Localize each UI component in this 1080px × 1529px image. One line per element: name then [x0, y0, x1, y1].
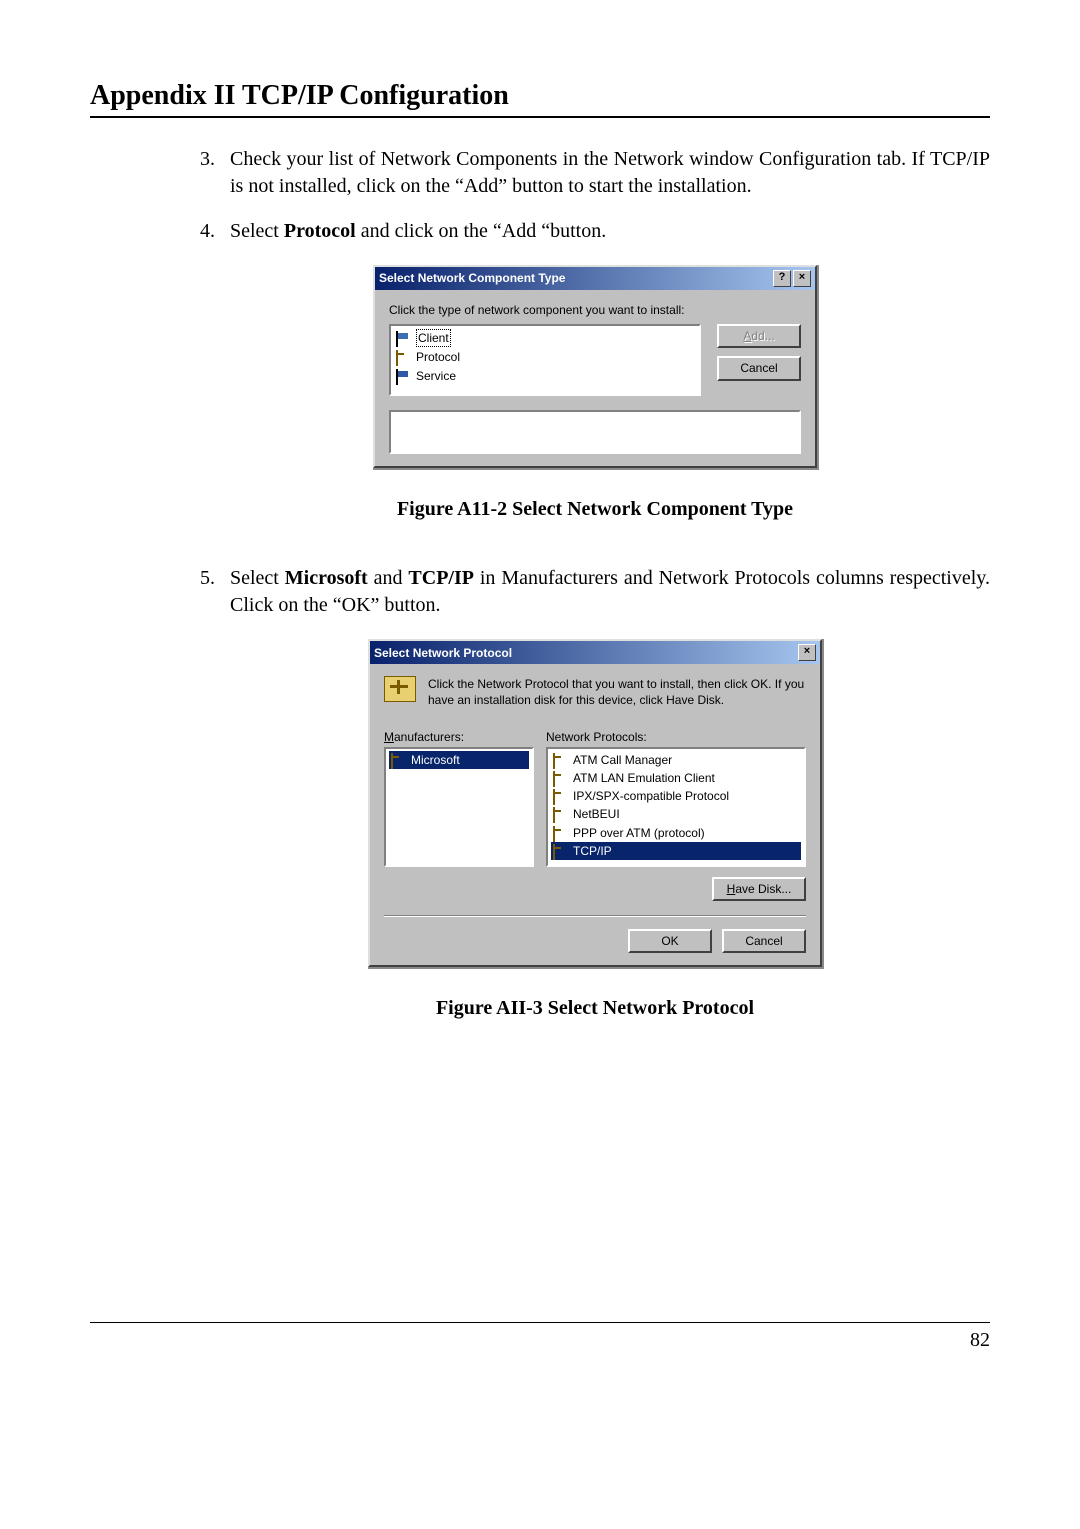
close-icon[interactable]: ×	[798, 644, 816, 661]
page-footer: 82	[90, 1322, 990, 1352]
list-item-label: ATM LAN Emulation Client	[573, 770, 715, 786]
page-header: Appendix II TCP/IP Configuration	[90, 80, 990, 118]
step-text: Check your list of Network Components in…	[230, 146, 990, 200]
step-text: Select Microsoft and TCP/IP in Manufactu…	[230, 565, 990, 619]
step-text-bold: Protocol	[284, 220, 356, 242]
list-item[interactable]: ATM LAN Emulation Client	[551, 769, 801, 787]
step-text-part: Select	[230, 220, 284, 242]
list-item-label: ATM Call Manager	[573, 752, 672, 768]
cancel-button[interactable]: Cancel	[722, 929, 806, 953]
protocols-list[interactable]: ATM Call Manager ATM LAN Emulation Clien…	[546, 747, 806, 867]
ok-button[interactable]: OK	[628, 929, 712, 953]
help-icon[interactable]: ?	[773, 270, 791, 287]
add-label: dd...	[751, 329, 774, 343]
protocol-large-icon	[384, 676, 416, 702]
protocol-icon	[553, 826, 569, 840]
step-text-bold: TCP/IP	[408, 567, 474, 589]
protocol-icon	[553, 789, 569, 803]
list-item-label: Client	[416, 329, 451, 347]
list-item-microsoft[interactable]: Microsoft	[389, 751, 529, 769]
protocol-icon	[396, 350, 412, 364]
figure-caption-2: Figure AII-3 Select Network Protocol	[200, 995, 990, 1022]
manufacturers-list[interactable]: Microsoft	[384, 747, 534, 867]
dialog-title: Select Network Component Type	[379, 270, 565, 286]
list-item[interactable]: PPP over ATM (protocol)	[551, 824, 801, 842]
list-item-label: PPP over ATM (protocol)	[573, 825, 705, 841]
step-text: Select Protocol and click on the “Add “b…	[230, 218, 990, 245]
dialog-select-component-type: Select Network Component Type ? × Click …	[373, 265, 817, 468]
titlebar: Select Network Component Type ? ×	[375, 267, 815, 290]
service-icon	[396, 369, 412, 383]
list-item-label: Service	[416, 368, 456, 384]
list-item-protocol[interactable]: Protocol	[394, 348, 696, 366]
dialog-instruction: Click the type of network component you …	[389, 302, 801, 318]
list-item-label: Microsoft	[411, 752, 460, 768]
step-text-part: Select	[230, 567, 285, 589]
list-item-label: NetBEUI	[573, 806, 620, 822]
step-text-bold: Microsoft	[285, 567, 368, 589]
page-number: 82	[970, 1329, 990, 1351]
step-5: 5. Select Microsoft and TCP/IP in Manufa…	[200, 565, 990, 619]
list-item-service[interactable]: Service	[394, 367, 696, 385]
titlebar: Select Network Protocol ×	[370, 641, 820, 664]
step-number: 5.	[200, 565, 230, 619]
list-item-label: Protocol	[416, 349, 460, 365]
step-3: 3. Check your list of Network Components…	[200, 146, 990, 200]
have-disk-button[interactable]: Have Disk...	[712, 877, 806, 901]
figure-caption-1: Figure A11-2 Select Network Component Ty…	[200, 496, 990, 523]
dialog-title: Select Network Protocol	[374, 645, 512, 661]
protocol-icon	[553, 771, 569, 785]
main-content: 3. Check your list of Network Components…	[200, 146, 990, 1022]
step-number: 4.	[200, 218, 230, 245]
list-item[interactable]: NetBEUI	[551, 805, 801, 823]
step-text-part: and click on the “Add “button.	[356, 220, 607, 242]
list-item-tcpip[interactable]: TCP/IP	[551, 842, 801, 860]
description-box	[389, 410, 801, 454]
step-text-part: and	[368, 567, 409, 589]
client-icon	[396, 331, 412, 345]
add-button[interactable]: Add...	[717, 324, 801, 348]
protocol-icon	[553, 753, 569, 767]
protocol-icon	[553, 844, 569, 858]
list-item-label: IPX/SPX-compatible Protocol	[573, 788, 729, 804]
dialog-select-network-protocol: Select Network Protocol × Click the Netw…	[368, 639, 822, 967]
list-item[interactable]: ATM Call Manager	[551, 751, 801, 769]
cancel-button[interactable]: Cancel	[717, 356, 801, 380]
dialog-instruction: Click the Network Protocol that you want…	[428, 676, 806, 708]
list-item-label: TCP/IP	[573, 843, 612, 859]
protocol-icon	[553, 807, 569, 821]
component-type-list[interactable]: Client Protocol Service	[389, 324, 701, 396]
protocols-label: Network Protocols:	[546, 729, 647, 745]
list-item[interactable]: IPX/SPX-compatible Protocol	[551, 787, 801, 805]
manufacturers-label: anufacturers:	[394, 730, 464, 744]
step-4: 4. Select Protocol and click on the “Add…	[200, 218, 990, 245]
close-icon[interactable]: ×	[793, 270, 811, 287]
list-item-client[interactable]: Client	[394, 328, 696, 348]
protocol-icon	[391, 753, 407, 767]
step-number: 3.	[200, 146, 230, 200]
